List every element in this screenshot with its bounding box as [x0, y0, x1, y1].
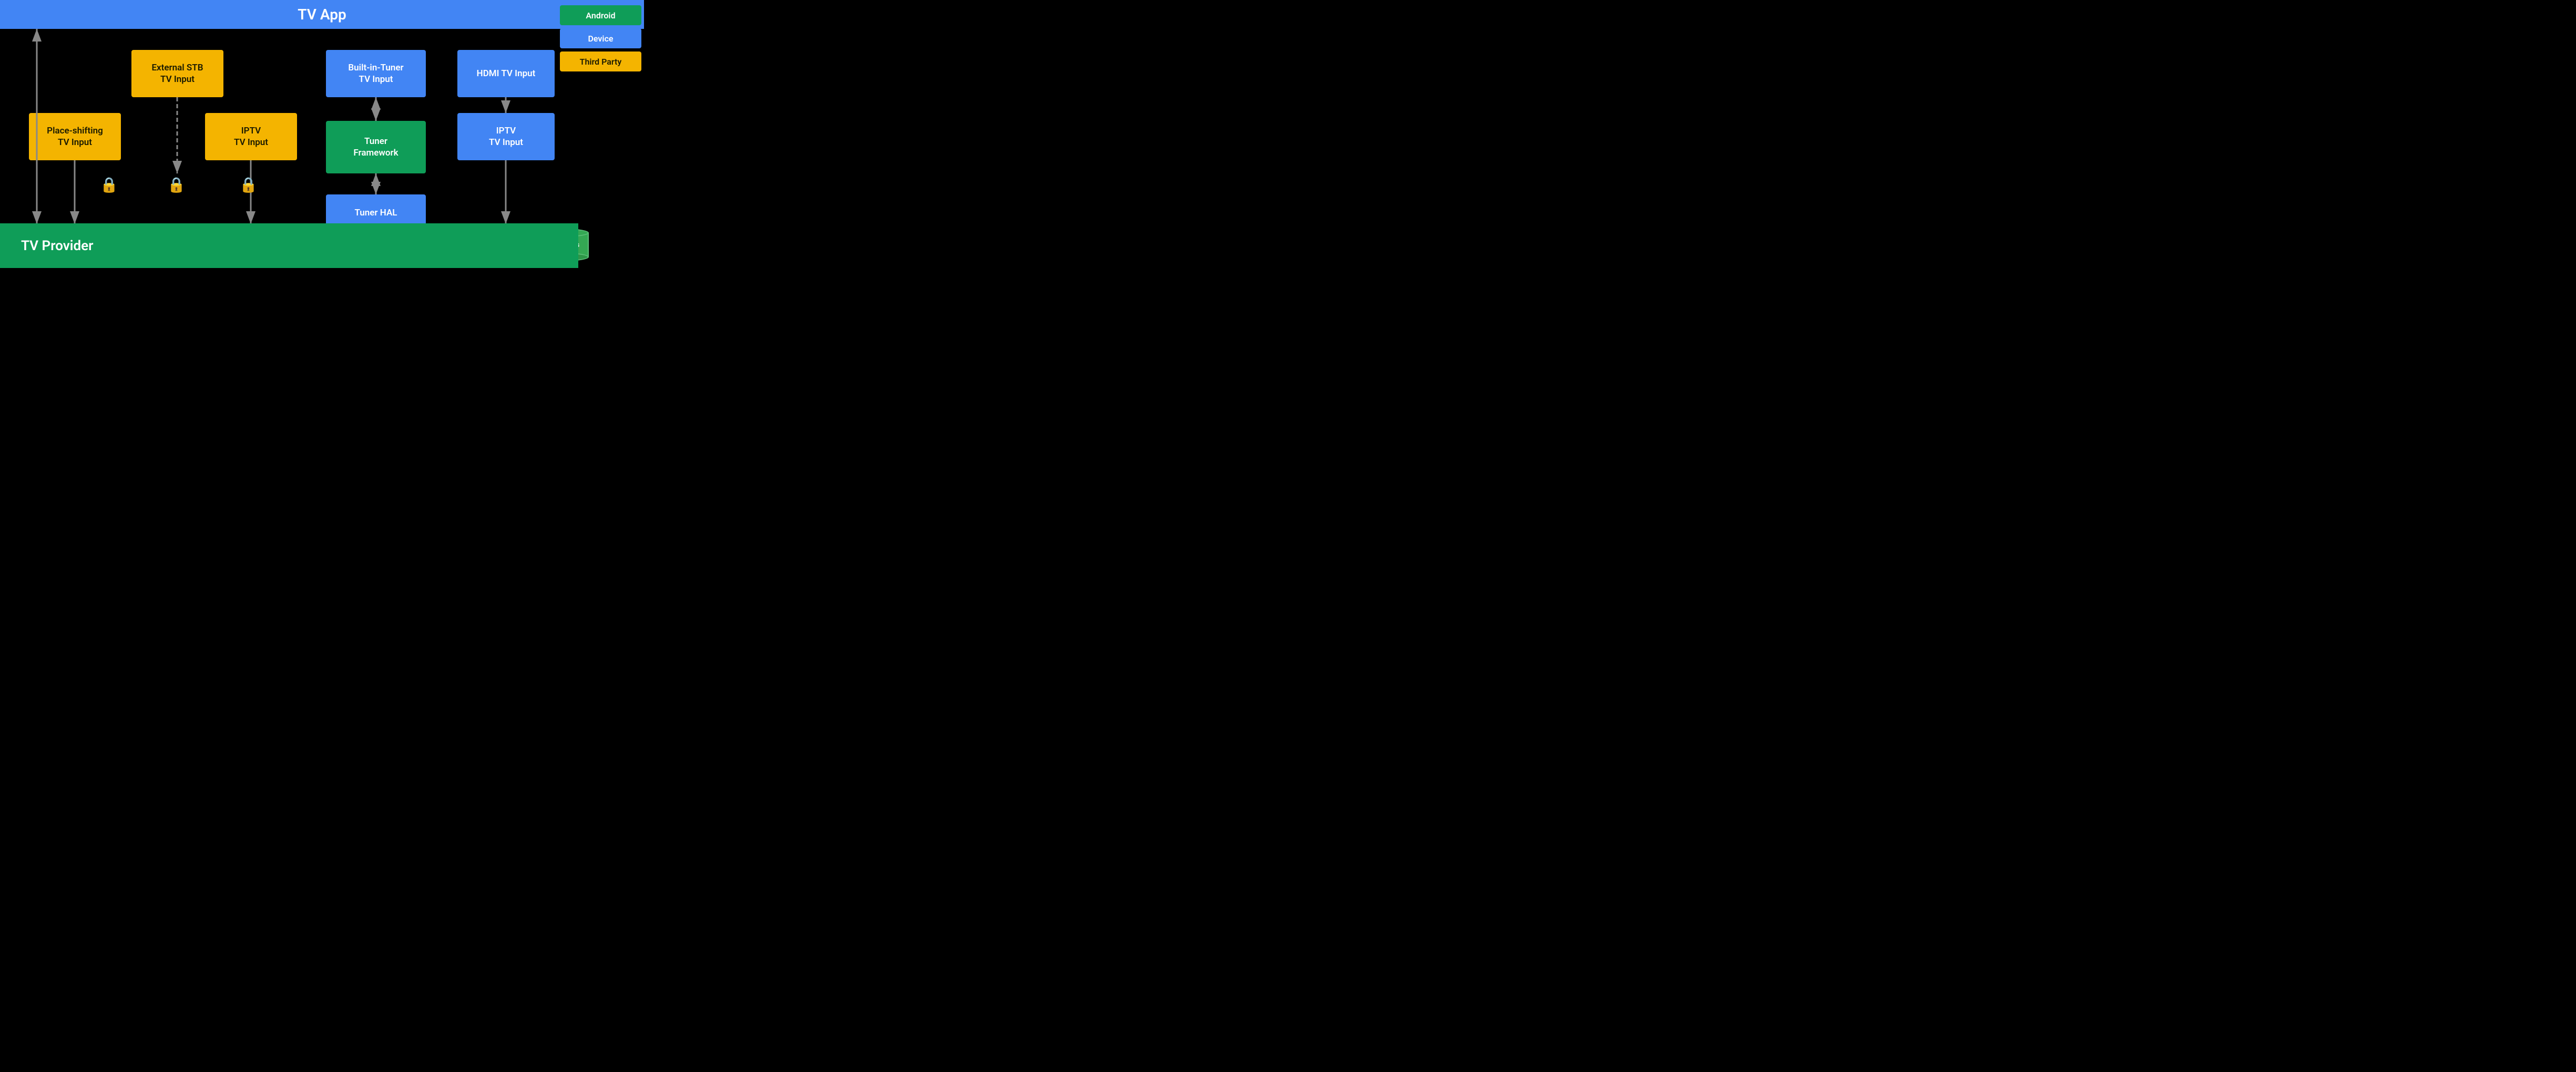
- tv-provider-footer: TV Provider: [0, 223, 578, 268]
- lock-external-stb: 🔒: [167, 176, 186, 193]
- legend-third-party: Third Party: [560, 51, 641, 71]
- tv-provider-title: TV Provider: [21, 238, 94, 254]
- tv-app-header: TV App: [0, 0, 644, 29]
- iptv-right-box: IPTVTV Input: [457, 113, 555, 160]
- iptv-left-box: IPTVTV Input: [205, 113, 297, 160]
- lock-iptv-left: 🔒: [239, 176, 258, 193]
- tuner-framework-box: TunerFramework: [326, 121, 426, 173]
- legend-device: Device: [560, 28, 641, 48]
- hdmi-tv-input-box: HDMI TV Input: [457, 50, 555, 97]
- legend: Android Device Third Party: [560, 5, 641, 71]
- legend-android: Android: [560, 5, 641, 25]
- place-shifting-box: Place-shiftingTV Input: [29, 113, 121, 160]
- tv-app-title: TV App: [298, 6, 346, 23]
- external-stb-box: External STBTV Input: [131, 50, 223, 97]
- built-in-tuner-box: Built-in-TunerTV Input: [326, 50, 426, 97]
- lock-place-shifting: 🔒: [100, 176, 118, 193]
